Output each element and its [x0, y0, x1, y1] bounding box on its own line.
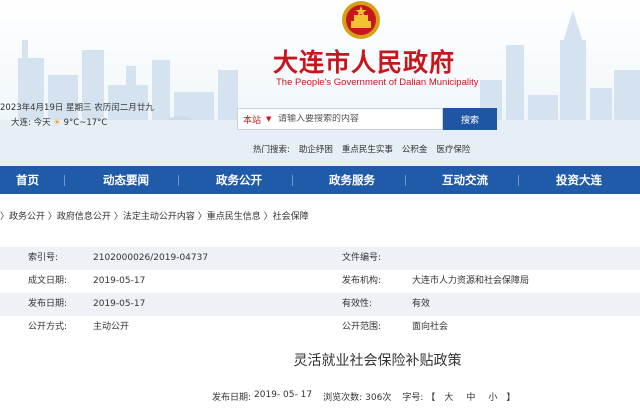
hot-search-link[interactable]: 助企纾困	[299, 143, 333, 155]
docno-label: 文件编号:	[342, 253, 382, 263]
nav-item-home[interactable]: 首页	[16, 166, 39, 194]
search-box: 本站 ▼	[237, 108, 443, 130]
hot-search-label: 热门搜索:	[253, 145, 290, 155]
font-size-large-button[interactable]: 大	[444, 390, 453, 403]
sun-icon: ☀	[53, 118, 61, 128]
document-metadata: 索引号: 2102000026/2019-04737 文件编号: 成文日期: 2…	[0, 247, 640, 339]
main-nav: 首页 动态要闻 政务公开 政务服务 互动交流 投资大连	[0, 166, 640, 194]
index-label: 索引号:	[28, 253, 59, 263]
nav-item-services[interactable]: 政务服务	[329, 166, 375, 194]
search-input[interactable]	[278, 114, 428, 124]
nav-divider	[64, 175, 65, 186]
scope-value: 面向社会	[412, 322, 449, 332]
hot-search-link[interactable]: 医疗保险	[436, 143, 470, 155]
site-subtitle: The People's Government of Dalian Munici…	[276, 77, 479, 88]
scope-label: 公开范围:	[342, 322, 382, 332]
breadcrumb: 〉政务公开 〉政府信息公开 〉法定主动公开内容 〉重点民生信息 〉社会保障	[0, 212, 309, 222]
article-title: 灵活就业社会保险补贴政策	[293, 353, 462, 369]
nav-divider	[292, 175, 293, 186]
metadata-row: 公开方式: 主动公开 公开范围: 面向社会	[0, 316, 640, 339]
publish-date: 2019- 05- 17	[254, 390, 313, 400]
views-count: 306次	[365, 393, 392, 403]
metadata-row: 成文日期: 2019-05-17 发布机构: 大连市人力资源和社会保障局	[0, 270, 640, 293]
weather-info: 大连: 今天 ☀ 9°C~17°C	[11, 116, 107, 128]
weather-temp: 9°C~17°C	[63, 118, 108, 128]
date-display: 2023年4月19日 星期三 农历闰二月廿九	[0, 103, 154, 113]
nav-item-interaction[interactable]: 互动交流	[442, 166, 488, 194]
search-button[interactable]: 搜索	[443, 108, 497, 130]
breadcrumb-link[interactable]: 法定主动公开内容	[123, 212, 195, 222]
method-value: 主动公开	[93, 322, 130, 332]
bracket-close: 】	[506, 393, 516, 403]
publish-date-label: 发布日期:	[212, 393, 252, 403]
nav-divider	[405, 175, 406, 186]
index-value: 2102000026/2019-04737	[93, 253, 209, 263]
hot-search: 热门搜索: 助企纾困 重点民生实事 公积金 医疗保险	[253, 143, 479, 155]
org-value: 大连市人力资源和社会保障局	[412, 276, 530, 286]
national-emblem-icon	[342, 1, 380, 39]
published-label: 发布日期:	[28, 299, 68, 309]
site-header: 大连市人民政府 The People's Government of Dalia…	[0, 0, 640, 166]
metadata-row: 索引号: 2102000026/2019-04737 文件编号:	[0, 247, 640, 270]
published-value: 2019-05-17	[93, 299, 146, 309]
views-label: 浏览次数:	[323, 393, 363, 403]
font-size-small-button[interactable]: 小	[488, 390, 497, 403]
hot-search-link[interactable]: 公积金	[402, 143, 428, 155]
created-value: 2019-05-17	[93, 276, 146, 286]
breadcrumb-link[interactable]: 社会保障	[273, 212, 309, 222]
breadcrumb-link[interactable]: 政务公开	[9, 212, 45, 222]
hot-search-link[interactable]: 重点民生实事	[342, 143, 393, 155]
font-size-label: 字号:	[402, 393, 424, 403]
weather-city: 大连:	[11, 118, 31, 128]
validity-label: 有效性:	[342, 299, 373, 309]
method-label: 公开方式:	[28, 322, 68, 332]
search-scope-label: 本站	[243, 115, 262, 126]
nav-item-open-government[interactable]: 政务公开	[216, 166, 262, 194]
breadcrumb-link[interactable]: 重点民生信息	[207, 212, 261, 222]
created-label: 成文日期:	[28, 276, 68, 286]
org-label: 发布机构:	[342, 276, 382, 286]
search-scope-select[interactable]: 本站 ▼	[238, 113, 278, 126]
caret-down-icon: ▼	[266, 115, 272, 123]
nav-divider	[178, 175, 179, 186]
metadata-row: 发布日期: 2019-05-17 有效性: 有效	[0, 293, 640, 316]
nav-divider	[518, 175, 519, 186]
nav-item-news[interactable]: 动态要闻	[103, 166, 149, 194]
site-title[interactable]: 大连市人民政府	[273, 43, 455, 79]
nav-item-invest[interactable]: 投资大连	[556, 166, 602, 194]
weather-day: 今天	[33, 118, 51, 128]
validity-value: 有效	[412, 299, 431, 309]
bracket-open: 【	[426, 393, 436, 403]
article-info: 发布日期: 2019- 05- 17 浏览次数: 306次 字号: 【 大 中 …	[212, 390, 515, 403]
font-size-medium-button[interactable]: 中	[466, 390, 475, 403]
breadcrumb-link[interactable]: 政府信息公开	[57, 212, 111, 222]
